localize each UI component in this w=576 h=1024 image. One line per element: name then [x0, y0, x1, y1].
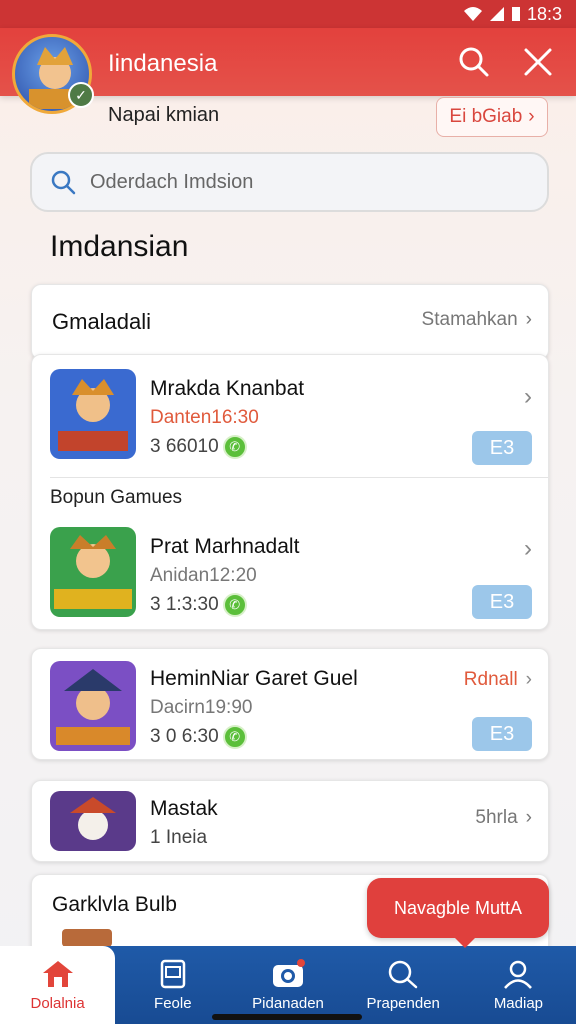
status-bar: 18:3	[0, 0, 576, 28]
section-title: Imdansian	[50, 230, 189, 263]
nav-label: Feole	[154, 994, 192, 1012]
game-meta: 3 0 6:30 ✆	[150, 725, 247, 749]
tablet-icon	[160, 959, 186, 988]
badge-icon: ✓	[68, 82, 94, 108]
game-title: HeminNiar Garet Guel	[150, 667, 358, 690]
phone-icon: ✆	[222, 725, 247, 749]
nav-item-home[interactable]: Dolalnia	[0, 946, 116, 1024]
camera-icon	[273, 958, 305, 987]
chevron-right-icon: ›	[525, 669, 532, 690]
home-icon	[42, 960, 73, 987]
phone-icon: ✆	[222, 435, 247, 459]
page-title: Iindanesia	[108, 50, 218, 77]
wifi-icon	[463, 7, 482, 21]
game-meta: 3 1:3:30 ✆	[150, 593, 247, 617]
game-link: 5hrla ›	[475, 807, 532, 829]
game-title: Prat Marhnadalt	[150, 535, 300, 558]
search-button[interactable]	[456, 44, 492, 80]
game-list-card: Mrakda Knanbat Danten16:30 3 66010 ✆ › E…	[31, 354, 549, 630]
game-card[interactable]: Mastak 1 Ineia 5hrla ›	[31, 780, 549, 862]
game-thumbnail	[50, 791, 136, 851]
battery-icon	[511, 7, 520, 21]
game-meta: 3 66010 ✆	[150, 435, 247, 459]
subheader-pill-button[interactable]: Ei bGiab ›	[436, 97, 548, 137]
game-thumbnail	[62, 929, 112, 947]
game-time: Danten16:30	[150, 407, 259, 428]
search-input[interactable]	[90, 170, 547, 194]
search-box[interactable]	[30, 152, 549, 212]
phone-icon: ✆	[222, 593, 247, 617]
profile-icon	[504, 960, 533, 989]
list-item[interactable]: Mrakda Knanbat Danten16:30 3 66010 ✆ › E…	[32, 369, 548, 479]
chevron-right-icon: ›	[525, 309, 532, 330]
subheader-label: Napai kmian	[108, 104, 220, 126]
status-badge: E3	[472, 431, 532, 465]
game-card[interactable]: HeminNiar Garet Guel Dacirn19:90 3 0 6:3…	[31, 648, 549, 760]
game-subtitle: 1 Ineia	[150, 827, 208, 848]
game-meta-text: 3 66010	[150, 436, 219, 457]
game-title: Mrakda Knanbat	[150, 377, 305, 400]
tooltip[interactable]: Navagble MuttA	[367, 878, 549, 948]
see-all-link[interactable]: Stamahkan ›	[422, 309, 532, 331]
signal-icon	[489, 7, 504, 21]
nav-item-pidanaden[interactable]: Pidanaden	[230, 946, 345, 1024]
subheader-pill-label: Ei bGiab	[449, 106, 523, 127]
game-time: Anidan12:20	[150, 565, 257, 586]
list-item[interactable]: Prat Marhnadalt Anidan12:20 3 1:3:30 ✆ ›…	[32, 527, 548, 637]
group-label: Bopun Gamues	[50, 487, 183, 508]
home-indicator	[212, 1014, 362, 1020]
nav-item-prapenden[interactable]: Prapenden	[346, 946, 461, 1024]
status-badge: E3	[472, 585, 532, 619]
nav-label: Madiap	[493, 994, 544, 1012]
game-title: Mastak	[150, 797, 218, 820]
game-meta-text: 3 0 6:30	[150, 726, 219, 747]
status-badge: E3	[472, 717, 532, 751]
nav-item-madiap[interactable]: Madiap	[461, 946, 576, 1024]
search-icon	[51, 170, 76, 195]
chevron-right-icon: ›	[525, 807, 532, 828]
close-icon	[524, 48, 552, 76]
nav-label: Prapenden	[366, 994, 440, 1012]
search-icon	[388, 960, 418, 988]
chevron-right-icon: ›	[528, 106, 535, 127]
game-title: Garklvla Bulb	[52, 893, 177, 916]
tooltip-text: Navagble MuttA	[393, 897, 523, 918]
nav-label: Dolalnia	[30, 994, 85, 1012]
game-link-label: 5hrla	[475, 807, 518, 828]
game-meta-text: 3 1:3:30	[150, 594, 219, 615]
game-time: Dacirn19:90	[150, 697, 253, 718]
bottom-nav: Dolalnia Feole Pidanaden Prapenden Madia…	[0, 946, 576, 1024]
nav-item-feole[interactable]: Feole	[115, 946, 230, 1024]
game-status-label: Rdnall	[463, 669, 518, 690]
game-thumbnail	[50, 527, 136, 617]
game-status: Rdnall ›	[464, 669, 532, 691]
game-thumbnail	[50, 661, 136, 751]
game-thumbnail	[50, 369, 136, 459]
chevron-right-icon: ›	[524, 535, 532, 562]
search-icon	[459, 47, 489, 77]
close-button[interactable]	[520, 44, 556, 80]
status-time: 18:3	[526, 3, 562, 24]
category-title: Gmaladali	[52, 309, 152, 334]
divider	[50, 477, 548, 478]
see-all-label: Stamahkan	[421, 309, 518, 330]
category-header-card[interactable]: Gmaladali Stamahkan ›	[31, 284, 549, 360]
chevron-right-icon: ›	[524, 383, 532, 410]
nav-label: Pidanaden	[252, 994, 324, 1012]
